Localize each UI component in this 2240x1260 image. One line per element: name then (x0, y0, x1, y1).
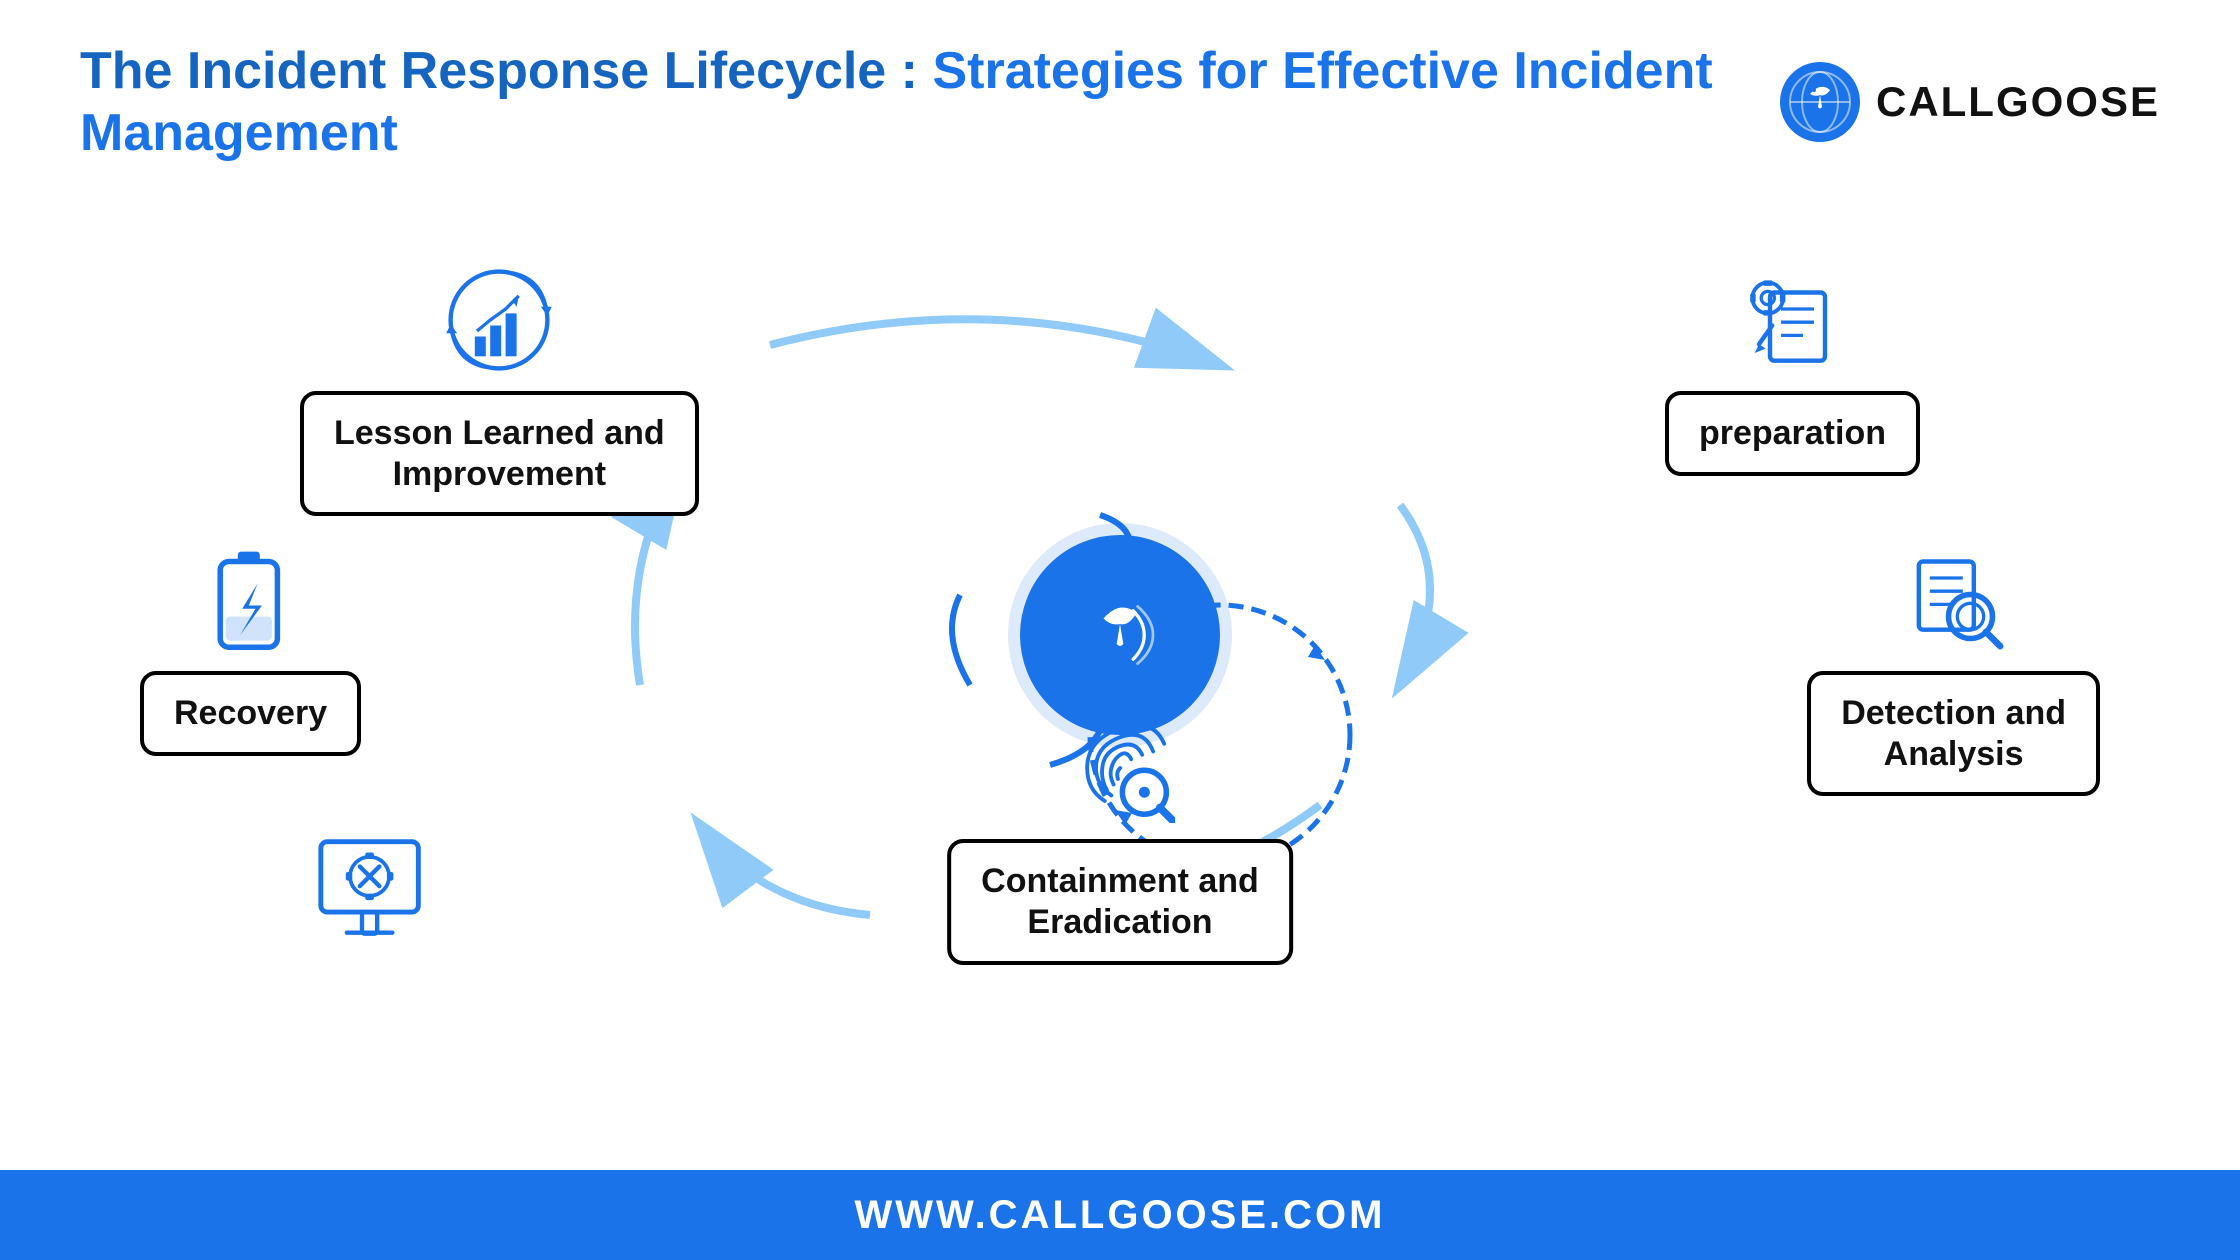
recovery-icon (196, 545, 306, 655)
lesson-icon (444, 265, 554, 375)
logo-icon (1780, 62, 1860, 142)
node-detection: Detection and Analysis (1807, 545, 2100, 797)
center-circle (1020, 535, 1220, 735)
logo-text: CALLGOOSE (1876, 78, 2160, 126)
preparation-icon (1737, 265, 1847, 375)
node-preparation: preparation (1665, 265, 1920, 476)
monitor-icon-wrapper (310, 820, 440, 955)
preparation-label: preparation (1665, 391, 1920, 476)
header: The Incident Response Lifecycle : Strate… (0, 0, 2240, 185)
recovery-label: Recovery (140, 671, 361, 756)
title-prefix: The Incident Response Lifecycle : (80, 42, 932, 100)
footer-url: WWW.CALLGOOSE.COM (855, 1193, 1386, 1238)
containment-label: Containment and Eradication (947, 839, 1293, 965)
node-recovery: Recovery (140, 545, 361, 756)
containment-icon (1065, 713, 1175, 823)
detection-label: Detection and Analysis (1807, 671, 2100, 797)
diagram-area: Lesson Learned and Improvement (0, 205, 2240, 1065)
node-containment: Containment and Eradication (947, 713, 1293, 965)
logo-area: CALLGOOSE (1780, 62, 2160, 142)
lesson-label: Lesson Learned and Improvement (300, 391, 699, 517)
node-lesson-learned: Lesson Learned and Improvement (300, 265, 699, 517)
page-title: The Incident Response Lifecycle : Strate… (80, 40, 1780, 165)
detection-icon (1899, 545, 2009, 655)
footer: WWW.CALLGOOSE.COM (0, 1170, 2240, 1260)
monitor-icon (310, 820, 440, 950)
